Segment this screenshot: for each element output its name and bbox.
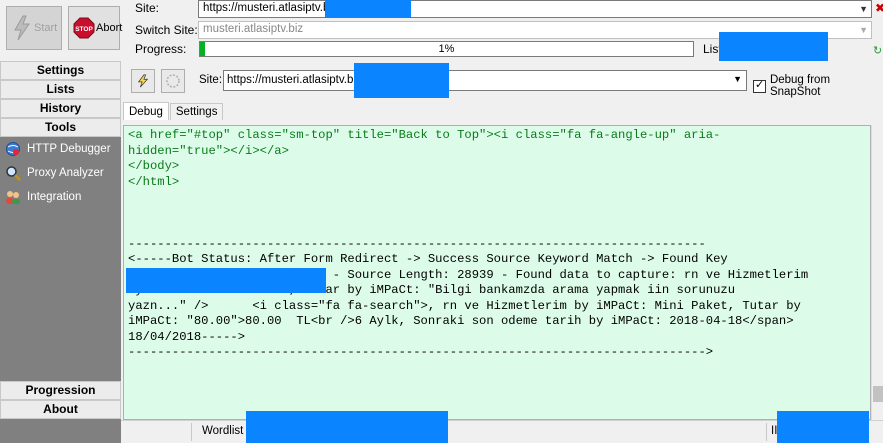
nav-about-button[interactable]: About — [0, 400, 121, 419]
nav-history-button[interactable]: History — [0, 99, 121, 118]
debug-site-input[interactable]: https://musteri.atlasiptv.biz ▼ — [223, 70, 747, 91]
debug-site-dropdown-arrow-icon[interactable]: ▼ — [733, 74, 742, 84]
nav-item-http-debugger[interactable]: HTTP Debugger — [5, 141, 111, 157]
nav-progression-button[interactable]: Progression — [0, 381, 121, 400]
redaction-block — [354, 63, 449, 98]
switch-site-value: musteri.atlasiptv.biz — [203, 23, 304, 35]
debug-stop-button[interactable] — [161, 69, 185, 93]
left-nav: Settings Lists History Tools HTTP Debugg… — [0, 61, 121, 443]
nav-item-label: Integration — [27, 191, 82, 203]
progress-label: Progress: — [135, 42, 187, 56]
tab-debug[interactable]: Debug — [123, 102, 169, 120]
code-line: 18/04/2018-----> — [128, 329, 246, 344]
stop-sign-icon: STOP — [73, 17, 95, 39]
redaction-block — [325, 0, 411, 18]
start-button-label: Start — [34, 22, 58, 34]
switch-site-label: Switch Site: — [135, 23, 198, 37]
refresh-icon[interactable]: ↻ — [873, 44, 882, 57]
lightning-icon — [11, 15, 33, 41]
status-separator — [766, 423, 767, 441]
checkbox-check-icon — [753, 78, 766, 93]
wordlist-status-label: Wordlist — [202, 425, 244, 437]
debug-output[interactable]: <a href="#top" class="sm-top" title="Bac… — [123, 125, 871, 420]
nav-item-integration[interactable]: Integration — [5, 189, 81, 205]
start-button[interactable]: Start — [6, 6, 62, 50]
debug-tabs: Debug Settings — [123, 102, 224, 120]
scrollbar-thumb[interactable] — [873, 386, 883, 402]
code-line: </html> — [128, 174, 180, 189]
code-line: yazn..." /> <i class="fa fa-search">, rn… — [128, 298, 801, 313]
magnifier-icon — [5, 165, 21, 181]
nav-item-label: HTTP Debugger — [27, 143, 111, 155]
debug-start-button[interactable] — [131, 69, 155, 93]
nav-lists-button[interactable]: Lists — [0, 80, 121, 99]
stop-sign-text: STOP — [75, 26, 93, 33]
clear-site-icon[interactable]: ✖ — [875, 1, 883, 15]
redaction-block — [246, 411, 448, 443]
abort-button[interactable]: STOP Abort — [68, 6, 123, 50]
code-line: <-----Bot Status: After Form Redirect ->… — [128, 252, 728, 266]
code-line: hidden="true"></i></a> — [128, 143, 289, 158]
nav-item-proxy-analyzer[interactable]: Proxy Analyzer — [5, 165, 104, 181]
top-panel: Start STOP Abort Site: https://musteri.a… — [0, 0, 883, 64]
status-separator — [191, 423, 192, 441]
debug-snapshot-label: Debug from SnapShot — [769, 74, 831, 98]
redaction-block — [777, 411, 869, 443]
site-label: Site: — [135, 1, 160, 15]
circle-icon — [166, 74, 180, 88]
redaction-block — [126, 268, 326, 293]
debug-site-value: https://musteri.atlasiptv.biz — [227, 74, 362, 86]
debug-output-scrollbar[interactable] — [871, 125, 883, 420]
code-line: ----------------------------------------… — [128, 345, 714, 359]
globe-icon — [5, 141, 21, 157]
abort-button-label: Abort — [96, 22, 123, 34]
main-panel: Site: https://musteri.atlasiptv.biz ▼ De… — [121, 61, 883, 420]
debug-site-label: Site: — [199, 74, 223, 86]
status-bar: Wordlist II — [121, 420, 883, 443]
tab-settings[interactable]: Settings — [169, 103, 224, 120]
code-line: </body> — [128, 159, 180, 173]
nav-settings-button[interactable]: Settings — [0, 61, 121, 80]
redaction-block — [719, 32, 828, 64]
progress-bar: 1% — [199, 41, 694, 57]
nav-item-label: Proxy Analyzer — [27, 167, 104, 179]
app-window: Start STOP Abort Site: https://musteri.a… — [0, 0, 883, 443]
code-line: <a href="#top" class="sm-top" title="Bac… — [128, 128, 721, 142]
lightning-icon — [137, 74, 149, 88]
debug-snapshot-checkbox[interactable]: Debug from SnapShot — [753, 74, 883, 98]
users-icon — [5, 189, 21, 205]
switch-site-dropdown-arrow-icon[interactable]: ▼ — [859, 25, 868, 35]
site-input-value: https://musteri.atlasiptv.bi — [203, 2, 332, 14]
site-dropdown-arrow-icon[interactable]: ▼ — [859, 4, 868, 14]
nav-tools-button[interactable]: Tools — [0, 118, 121, 137]
site-input[interactable]: https://musteri.atlasiptv.bi ▼ — [198, 0, 872, 18]
progress-text: 1% — [438, 43, 455, 55]
code-line: iMPaCt: "80.00">80.00 TL<br />6 Aylk, So… — [128, 314, 794, 328]
code-line: ----------------------------------------… — [128, 236, 706, 251]
